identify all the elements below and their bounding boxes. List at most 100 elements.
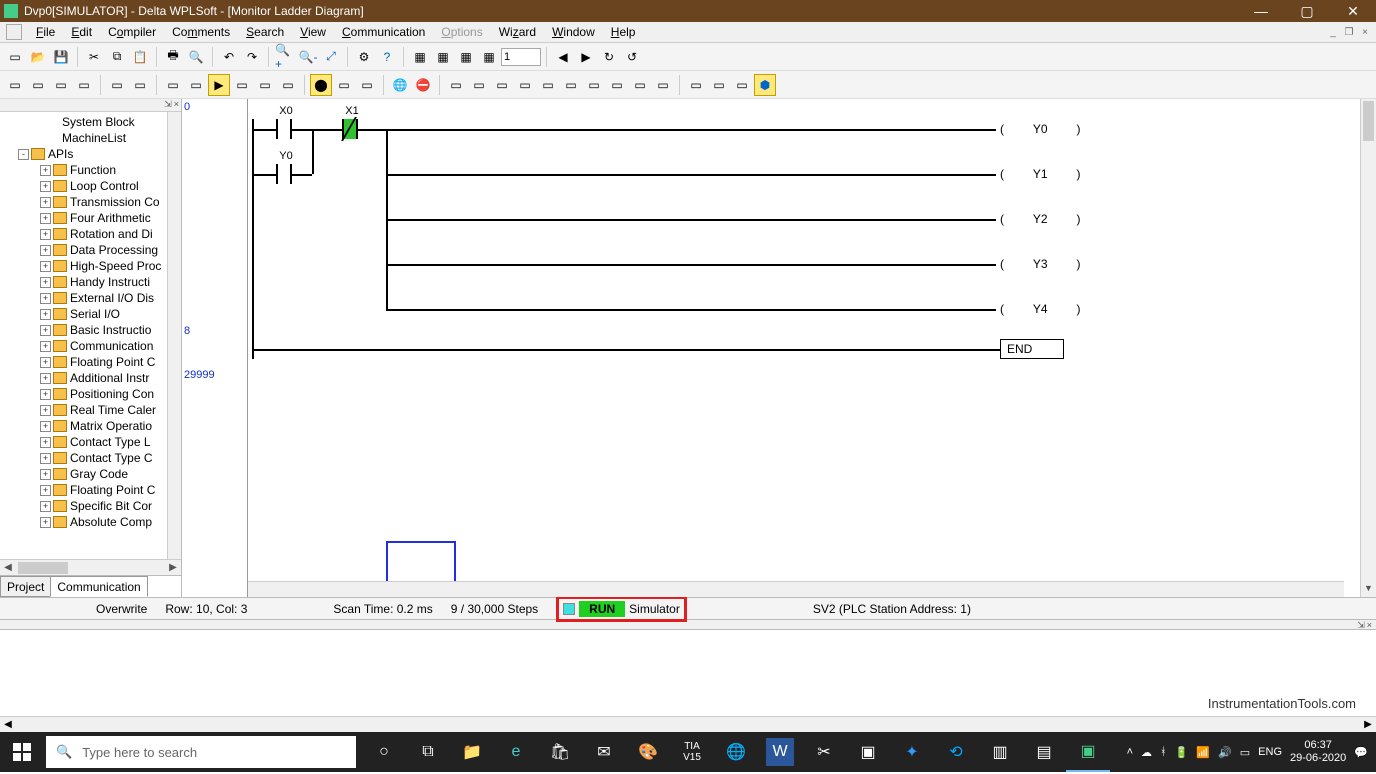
tree-api-14[interactable]: +Positioning Con — [0, 386, 181, 402]
output-panel[interactable] — [0, 630, 1376, 716]
output-hscrollbar[interactable]: ◀▶ — [0, 716, 1376, 732]
tb-open[interactable]: 📂 — [27, 46, 49, 68]
taskbar-search[interactable]: 🔍 Type here to search — [46, 736, 356, 768]
output-close-icon[interactable]: × — [1367, 620, 1372, 629]
system-tray[interactable]: ˄ ☁ ᚼ 🔋 📶 🔊 ▭ ENG 06:37 29-06-2020 💬 — [1119, 739, 1376, 765]
tb2-b[interactable]: ▭ — [27, 74, 49, 96]
menu-compiler[interactable]: Compiler — [100, 23, 164, 41]
task-app1[interactable]: ▣ — [846, 732, 890, 772]
tree-hscrollbar[interactable]: ◀▶ — [0, 559, 181, 575]
tb-grp-a[interactable]: ▦ — [409, 46, 431, 68]
tree-api-11[interactable]: +Communication — [0, 338, 181, 354]
contact-y0[interactable] — [276, 164, 292, 184]
tree-api-16[interactable]: +Matrix Operatio — [0, 418, 181, 434]
tb-misc[interactable]: ↺ — [621, 46, 643, 68]
tb-new[interactable]: ▭ — [4, 46, 26, 68]
tree-close-icon[interactable]: × — [174, 99, 179, 111]
tb-print[interactable]: 🖶 — [162, 46, 184, 68]
tb-help[interactable]: ? — [376, 46, 398, 68]
tb2-online-toggle[interactable]: ⬤ — [310, 74, 332, 96]
tb2-d[interactable]: ▭ — [73, 74, 95, 96]
menu-comments[interactable]: Comments — [164, 23, 238, 41]
contact-x0[interactable] — [276, 119, 292, 139]
tb2-globe[interactable]: 🌐 — [389, 74, 411, 96]
tb2-g[interactable]: ▭ — [162, 74, 184, 96]
tb-zoom-out[interactable]: 🔍- — [297, 46, 319, 68]
task-paint3d[interactable]: 🎨 — [626, 732, 670, 772]
tb-cut[interactable]: ✂ — [83, 46, 105, 68]
tray-ime-icon[interactable]: ▭ — [1240, 746, 1250, 759]
ladder-vscrollbar[interactable]: ▲ ▼ — [1360, 99, 1376, 597]
menu-options[interactable]: Options — [433, 23, 490, 41]
tab-project[interactable]: Project — [0, 576, 51, 597]
tb2-n5[interactable]: ▭ — [537, 74, 559, 96]
tree-system-block[interactable]: System Block — [0, 114, 181, 130]
tb2-k[interactable]: ▭ — [277, 74, 299, 96]
tree-expander[interactable]: + — [40, 405, 51, 416]
menu-wizard[interactable]: Wizard — [491, 23, 544, 41]
tb2-a[interactable]: ▭ — [4, 74, 26, 96]
tb-options[interactable]: ⚙ — [353, 46, 375, 68]
end-instruction[interactable]: END — [1000, 339, 1064, 359]
tb2-o3[interactable]: ▭ — [731, 74, 753, 96]
maximize-button[interactable]: ▢ — [1284, 0, 1330, 22]
tree-expander[interactable]: + — [40, 245, 51, 256]
tb-find[interactable]: 🔍 — [185, 46, 207, 68]
tree-expander[interactable]: + — [40, 165, 51, 176]
ladder-editor[interactable]: 0 8 29999 X0 X1 Y0 — [182, 99, 1376, 597]
tree-expander[interactable]: + — [40, 469, 51, 480]
tb-undo[interactable]: ↶ — [218, 46, 240, 68]
tb2-h[interactable]: ▭ — [185, 74, 207, 96]
output-pin-icon[interactable]: ⇲ — [1357, 620, 1365, 629]
tree-expander[interactable]: - — [18, 149, 29, 160]
coil-y0[interactable]: ( Y0 ) — [1000, 122, 1081, 136]
tree-api-3[interactable]: +Four Arithmetic — [0, 210, 181, 226]
tree-api-22[interactable]: +Absolute Comp — [0, 514, 181, 530]
contact-x1[interactable] — [342, 119, 358, 139]
tb2-n6[interactable]: ▭ — [560, 74, 582, 96]
task-chrome[interactable]: 🌐 — [714, 732, 758, 772]
tb-redo[interactable]: ↷ — [241, 46, 263, 68]
tree-api-19[interactable]: +Gray Code — [0, 466, 181, 482]
tree-expander[interactable]: + — [40, 261, 51, 272]
task-app3[interactable]: ▥ — [978, 732, 1022, 772]
tab-communication[interactable]: Communication — [50, 576, 147, 597]
tree-api-5[interactable]: +Data Processing — [0, 242, 181, 258]
tb-zoom-in[interactable]: 🔍+ — [274, 46, 296, 68]
tree-expander[interactable]: + — [40, 309, 51, 320]
tree-expander[interactable]: + — [40, 389, 51, 400]
tree-api-21[interactable]: +Specific Bit Cor — [0, 498, 181, 514]
tb2-m[interactable]: ▭ — [356, 74, 378, 96]
tree-expander[interactable]: + — [40, 325, 51, 336]
task-mail[interactable]: ✉ — [582, 732, 626, 772]
tree-api-1[interactable]: +Loop Control — [0, 178, 181, 194]
menu-help[interactable]: Help — [603, 23, 644, 41]
tree-api-8[interactable]: +External I/O Dis — [0, 290, 181, 306]
tree-expander[interactable]: + — [40, 197, 51, 208]
tree-expander[interactable]: + — [40, 373, 51, 384]
tree-api-18[interactable]: +Contact Type C — [0, 450, 181, 466]
mdi-restore[interactable]: ❐ — [1342, 25, 1356, 39]
task-app2[interactable]: ✦ — [890, 732, 934, 772]
tb-grp-d[interactable]: ▦ — [478, 46, 500, 68]
tray-volume-icon[interactable]: 🔊 — [1218, 746, 1232, 759]
start-button[interactable] — [0, 732, 44, 772]
tb-address-field[interactable] — [501, 48, 541, 66]
task-store[interactable]: 🛍 — [538, 732, 582, 772]
tree-api-10[interactable]: +Basic Instructio — [0, 322, 181, 338]
tree-expander[interactable]: + — [40, 437, 51, 448]
tb2-o1[interactable]: ▭ — [685, 74, 707, 96]
tb-step-prev[interactable]: ◀ — [552, 46, 574, 68]
tb2-monitor-toggle[interactable]: ▶ — [208, 74, 230, 96]
tb2-n10[interactable]: ▭ — [652, 74, 674, 96]
tb2-c[interactable]: ▭ — [50, 74, 72, 96]
coil-y2[interactable]: ( Y2 ) — [1000, 212, 1081, 226]
tb2-n7[interactable]: ▭ — [583, 74, 605, 96]
tb-refresh[interactable]: ↻ — [598, 46, 620, 68]
tb-grp-c[interactable]: ▦ — [455, 46, 477, 68]
tb-copy[interactable]: ⧉ — [106, 46, 128, 68]
tb2-e[interactable]: ▭ — [106, 74, 128, 96]
tree-api-15[interactable]: +Real Time Caler — [0, 402, 181, 418]
task-explorer[interactable]: 📁 — [450, 732, 494, 772]
tree-api-7[interactable]: +Handy Instructi — [0, 274, 181, 290]
